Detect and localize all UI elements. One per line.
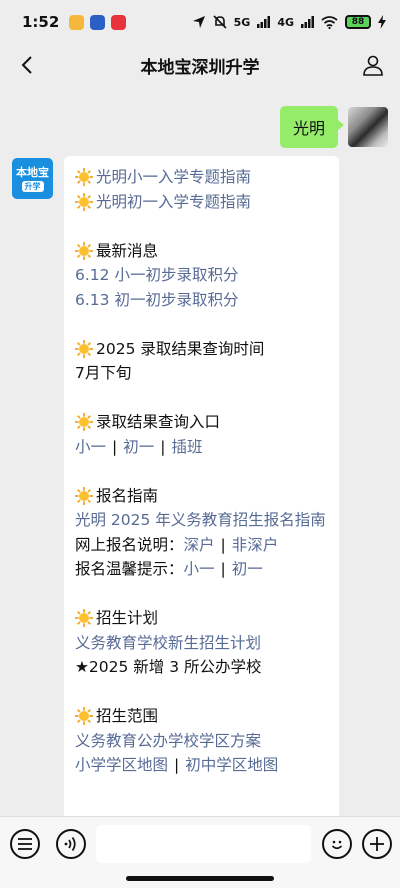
- range-heading: 招生范围: [96, 707, 159, 725]
- plus-icon: [370, 837, 384, 851]
- signup-guide-link[interactable]: 光明 2025 年义务教育招生报名指南: [75, 511, 326, 529]
- tips-link-primary[interactable]: 小一: [184, 557, 215, 582]
- bot-avatar-label: 本地宝: [16, 165, 49, 179]
- separator: |: [220, 560, 226, 578]
- online-link-nonlocal[interactable]: 非深户: [232, 533, 279, 558]
- sun-emoji-icon: [75, 609, 93, 628]
- wifi-icon: [321, 15, 338, 29]
- location-icon: [192, 16, 205, 28]
- separator: |: [112, 437, 118, 456]
- menu-button[interactable]: [10, 829, 40, 859]
- chat-title: 本地宝深圳升学: [140, 57, 260, 78]
- emoji-icon: [331, 840, 343, 850]
- network-4g-label: 4G: [277, 15, 294, 29]
- tmall-app-icon: [111, 14, 127, 30]
- sun-emoji-icon: [75, 413, 93, 432]
- result-time-heading: 2025 录取结果查询时间: [96, 339, 265, 358]
- status-time: 1:52: [22, 13, 60, 31]
- nav-bar: 本地宝深圳升学: [0, 44, 400, 86]
- result-link-transfer[interactable]: 插班: [172, 435, 203, 460]
- separator: |: [220, 535, 226, 554]
- voice-button[interactable]: [56, 829, 86, 859]
- sun-emoji-icon: [75, 241, 93, 260]
- home-indicator[interactable]: [126, 876, 274, 881]
- map-link-junior[interactable]: 初中学区地图: [185, 753, 278, 778]
- plus-button[interactable]: [362, 829, 392, 859]
- separator: |: [174, 756, 180, 774]
- guide-link-junior[interactable]: 光明初一入学专题指南: [96, 190, 251, 215]
- map-link-primary[interactable]: 小学学区地图: [75, 753, 168, 778]
- notes-app-icon: [69, 14, 85, 30]
- sun-emoji-icon: [75, 486, 93, 505]
- menu-list-icon: [18, 838, 32, 850]
- sun-emoji-icon: [75, 339, 93, 358]
- network-5g-label: 5G: [233, 15, 251, 29]
- bot-avatar[interactable]: 本地宝 升学: [12, 158, 53, 199]
- sun-emoji-icon: [75, 192, 93, 211]
- mute-bell-icon: [213, 15, 227, 29]
- sun-emoji-icon: [75, 168, 93, 187]
- user-message-row: 光明: [279, 106, 388, 148]
- bot-avatar-sub-label: 升学: [21, 180, 44, 192]
- online-link-local[interactable]: 深户: [184, 533, 215, 558]
- plan-heading: 招生计划: [96, 609, 159, 627]
- news-heading: 最新消息: [96, 241, 159, 260]
- tips-link-junior[interactable]: 初一: [232, 557, 263, 582]
- signal-icon-2: [301, 16, 314, 28]
- back-arrow-icon: [21, 56, 32, 74]
- bot-message-bubble: 光明小一入学专题指南 光明初一入学专题指南 最新消息 6.12 小一初步录取积分…: [64, 156, 339, 836]
- battery-indicator: 88: [345, 15, 371, 29]
- result-link-junior[interactable]: 初一: [123, 435, 154, 460]
- message-input[interactable]: [96, 825, 311, 863]
- app-icon: [90, 14, 106, 30]
- result-entry-heading: 录取结果查询入口: [96, 413, 221, 431]
- news-link-junior[interactable]: 6.13 初一初步录取积分: [75, 288, 238, 313]
- status-bar: 1:52 5G 4G 88: [0, 0, 400, 44]
- emoji-button[interactable]: [322, 829, 352, 859]
- status-indicators: 5G 4G 88: [192, 15, 386, 29]
- voice-icon: [64, 837, 76, 851]
- plan-note: ★2025 新增 3 所公办学校: [75, 658, 262, 676]
- charging-bolt-icon: [378, 15, 386, 29]
- profile-icon: [363, 55, 383, 76]
- tips-label: 报名温馨提示：: [75, 560, 184, 578]
- profile-button[interactable]: [360, 52, 386, 78]
- result-time-value: 7月下旬: [75, 364, 132, 382]
- guide-link-primary[interactable]: 光明小一入学专题指南: [96, 165, 251, 190]
- signal-icon: [257, 16, 271, 28]
- plan-link[interactable]: 义务教育学校新生招生计划: [75, 631, 261, 656]
- result-link-primary[interactable]: 小一: [75, 435, 106, 460]
- online-signup-label: 网上报名说明：: [75, 535, 184, 554]
- chat-area: 光明 本地宝 升学 光明小一入学专题指南 光明初一入学专题指南 最新消息 6.1…: [0, 86, 400, 836]
- separator: |: [160, 437, 166, 456]
- sun-emoji-icon: [75, 707, 93, 726]
- news-link-primary[interactable]: 6.12 小一初步录取积分: [75, 263, 238, 288]
- range-link[interactable]: 义务教育公办学校学区方案: [75, 729, 261, 754]
- user-avatar[interactable]: [348, 107, 388, 147]
- user-message-bubble[interactable]: 光明: [279, 106, 345, 148]
- back-button[interactable]: [14, 52, 40, 78]
- signup-heading: 报名指南: [96, 486, 159, 505]
